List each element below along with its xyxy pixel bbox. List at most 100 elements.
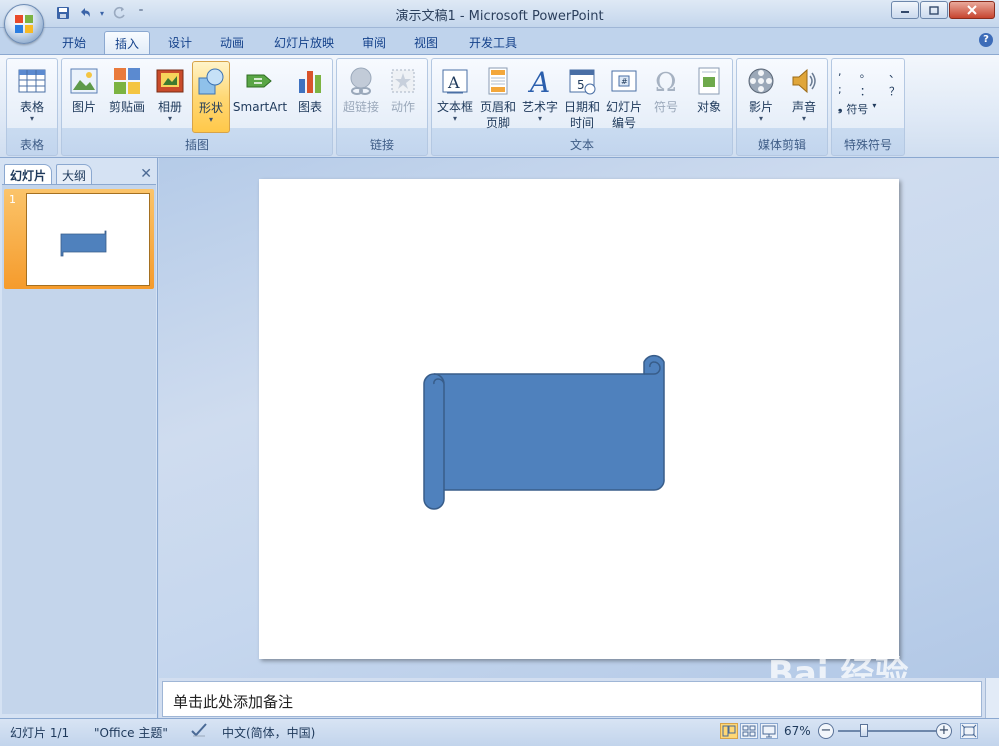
zoom-slider[interactable] (838, 730, 936, 732)
chart-icon (299, 71, 321, 93)
notes-pane: 单击此处添加备注 (159, 678, 999, 718)
group-label-special-symbols: 特殊符号 (843, 138, 892, 152)
group-media: 影片 ▾ 声音 ▾ 媒体剪辑 (736, 58, 828, 156)
symbol-period[interactable]: 。 (860, 65, 871, 83)
slide-sorter-icon (742, 725, 756, 737)
symbol-question[interactable]: ？ (889, 83, 900, 101)
window-controls (891, 1, 995, 19)
special-symbols-button[interactable]: ❟ 符号 ▾ (838, 101, 900, 119)
tab-slideshow[interactable]: 幻灯片放映 (264, 31, 344, 54)
notes-placeholder: 单击此处添加备注 (173, 693, 294, 711)
chevron-down-icon: ▾ (758, 114, 763, 123)
slide-counter: 幻灯片 1/1 (10, 726, 70, 740)
group-links: 超链接 动作 链接 (336, 58, 428, 156)
movie-button[interactable]: 影片 ▾ (739, 61, 783, 133)
maximize-button[interactable] (920, 1, 948, 19)
hyperlink-button[interactable]: 超链接 (339, 61, 383, 133)
clipart-button[interactable]: 剪贴画 (106, 61, 148, 133)
slideshow-icon (762, 725, 776, 738)
hyperlink-icon (350, 67, 372, 95)
office-logo-icon (15, 15, 33, 33)
film-reel-icon (748, 68, 774, 94)
action-button[interactable]: 动作 (383, 61, 423, 133)
notes-scrollbar[interactable] (985, 678, 999, 718)
symbol-enum-comma[interactable]: 、 (889, 65, 900, 83)
picture-button[interactable]: 图片 (64, 61, 104, 133)
notes-input[interactable]: 单击此处添加备注 (162, 681, 982, 717)
chevron-down-icon: ▾ (167, 114, 172, 123)
chart-button[interactable]: 图表 (290, 61, 330, 133)
svg-text:A: A (447, 73, 460, 92)
group-label-illustrations: 插图 (184, 138, 209, 152)
office-button[interactable] (4, 4, 44, 44)
slide-thumbnail-number: 1 (9, 193, 16, 206)
minimize-button[interactable] (891, 1, 919, 19)
ribbon-tabs: 开始 插入 设计 动画 幻灯片放映 审阅 视图 开发工具 ? (0, 28, 999, 54)
symbol-comma[interactable]: , (838, 65, 842, 83)
zoom-in-button[interactable]: + (936, 723, 952, 739)
chevron-down-icon: ▾ (872, 101, 877, 110)
symbol-colon[interactable]: ： (860, 83, 871, 101)
tab-insert[interactable]: 插入 (104, 31, 150, 54)
tab-review[interactable]: 审阅 (352, 31, 396, 54)
sound-button[interactable]: 声音 ▾ (783, 61, 825, 133)
textbox-button[interactable]: A 文本框 ▾ (434, 61, 476, 133)
slide-thumbnail-item[interactable]: 1 (4, 189, 154, 289)
special-symbol-grid: , 。 、 ; ： ？ ❟ 符号 ▾ (838, 65, 900, 119)
speaker-icon (792, 68, 816, 94)
fit-to-window-button[interactable] (960, 723, 978, 739)
normal-view-button[interactable] (720, 723, 738, 739)
wordart-button[interactable]: A 艺术字 ▾ (520, 61, 560, 133)
chevron-down-icon: ▾ (452, 114, 457, 123)
wordart-icon: A (527, 66, 550, 97)
slide-number-button[interactable]: # 幻灯片 编号 (604, 61, 644, 133)
header-footer-icon (488, 67, 508, 95)
slide-canvas[interactable] (259, 179, 899, 659)
svg-text:#: # (621, 77, 628, 86)
zoom-slider-thumb[interactable] (860, 724, 869, 737)
close-button[interactable] (949, 1, 995, 19)
slides-pane: 幻灯片 大纲 ✕ 1 (0, 158, 158, 718)
table-button[interactable]: 表格 ▾ (9, 61, 55, 133)
tab-view[interactable]: 视图 (404, 31, 448, 54)
tab-design[interactable]: 设计 (158, 31, 202, 54)
header-footer-button[interactable]: 页眉和 页脚 (476, 61, 520, 133)
group-text: A 文本框 ▾ 页眉和 页脚 A 艺术字 ▾ 5 日期和 时间 # 幻灯片 编号… (431, 58, 733, 156)
shapes-button[interactable]: 形状 ▾ (192, 61, 230, 133)
slide-number-icon: # (611, 70, 637, 92)
tab-slides[interactable]: 幻灯片 (4, 164, 53, 184)
close-pane-icon[interactable]: ✕ (140, 166, 152, 182)
theme-name: "Office 主题" (94, 726, 168, 740)
group-label-text: 文本 (569, 138, 594, 152)
table-icon (18, 69, 46, 93)
language-indicator[interactable]: 中文(简体，中国) (222, 724, 315, 741)
object-button[interactable]: 对象 (688, 61, 730, 133)
tab-developer[interactable]: 开发工具 (458, 31, 528, 54)
symbol-semicolon[interactable]: ; (838, 83, 842, 101)
chevron-down-icon: ▾ (208, 115, 213, 124)
zoom-level[interactable]: 67% (784, 724, 811, 738)
slide-thumbnail (26, 193, 150, 286)
window-title: 演示文稿1 - Microsoft PowerPoint (395, 9, 604, 24)
slide-editing-area: Bai 经验 jingyan.baidu.com (159, 158, 999, 708)
tab-animations[interactable]: 动画 (210, 31, 254, 54)
shapes-icon (198, 68, 224, 95)
slideshow-view-button[interactable] (760, 723, 778, 739)
smartart-button[interactable]: SmartArt (232, 61, 288, 133)
group-illustrations: 图片 剪贴画 相册 ▾ 形状 ▾ SmartArt 图表 插图 (61, 58, 333, 156)
help-icon[interactable]: ? (979, 33, 993, 47)
symbol-button[interactable]: Ω 符号 (646, 61, 686, 133)
spellcheck-icon[interactable] (190, 722, 208, 741)
group-tables: 表格 ▾ 表格 (6, 58, 58, 156)
action-icon (391, 69, 415, 93)
date-time-button[interactable]: 5 日期和 时间 (562, 61, 602, 133)
tab-outline[interactable]: 大纲 (56, 164, 93, 184)
smartart-icon (246, 74, 272, 88)
ribbon: 表格 ▾ 表格 图片 剪贴画 相册 ▾ 形状 ▾ SmartArt 图表 插图 … (0, 54, 999, 158)
slide-sorter-view-button[interactable] (740, 723, 758, 739)
zoom-out-button[interactable]: − (818, 723, 834, 739)
photo-album-button[interactable]: 相册 ▾ (150, 61, 190, 133)
group-label-links: 链接 (369, 138, 394, 152)
horizontal-scroll-shape[interactable] (259, 179, 899, 659)
tab-home[interactable]: 开始 (52, 31, 96, 54)
